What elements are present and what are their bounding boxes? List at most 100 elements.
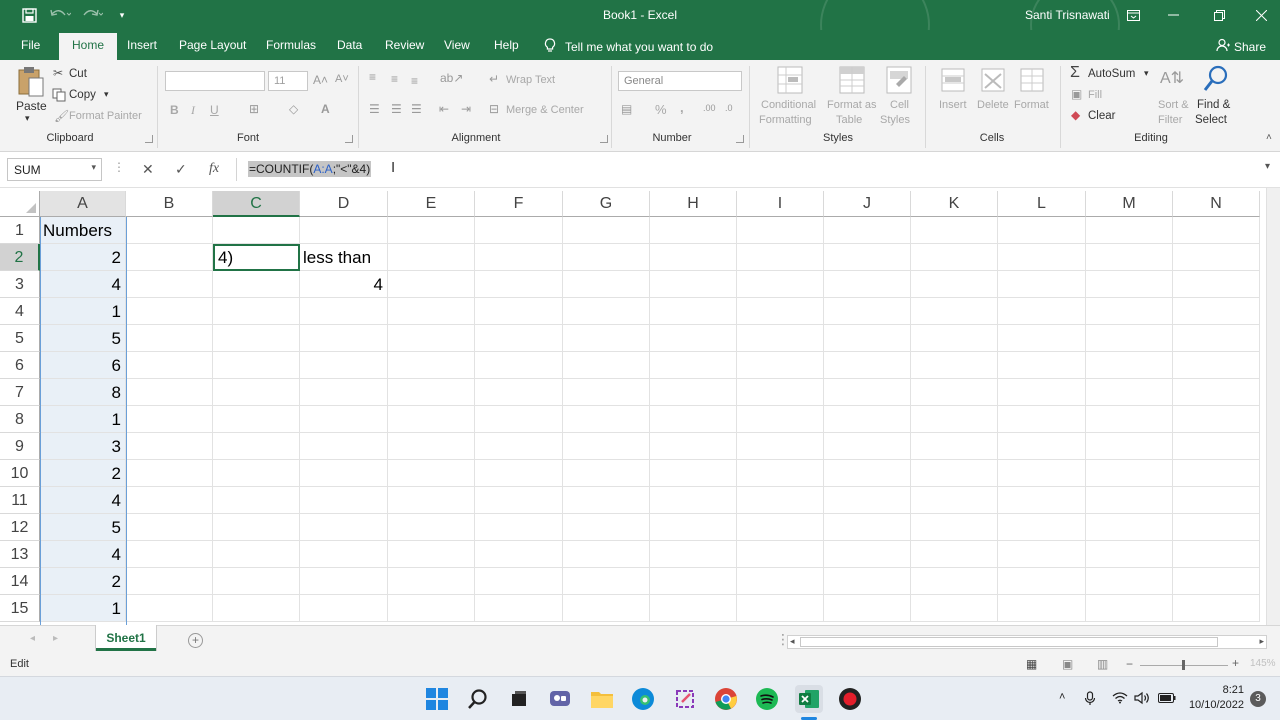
column-header-j[interactable]: J (824, 191, 911, 217)
zoom-out-button[interactable]: − (1126, 657, 1133, 671)
cell-j3[interactable] (824, 271, 911, 298)
cell-h2[interactable] (650, 244, 737, 271)
cell-b13[interactable] (126, 541, 213, 568)
collapse-ribbon-icon[interactable]: ˄ (1266, 132, 1272, 143)
row-header-10[interactable]: 10 (0, 460, 40, 487)
cell-a15[interactable]: 1 (40, 595, 126, 622)
cell-g13[interactable] (563, 541, 650, 568)
cell-b12[interactable] (126, 514, 213, 541)
font-size-input[interactable]: 11 (268, 71, 308, 91)
cell-j7[interactable] (824, 379, 911, 406)
cell-k1[interactable] (911, 217, 998, 244)
cell-h5[interactable] (650, 325, 737, 352)
font-name-input[interactable] (165, 71, 265, 91)
sheet-tab-sheet1[interactable]: Sheet1 (96, 625, 156, 651)
comma-button[interactable]: , (680, 100, 684, 115)
chrome-browser-icon[interactable] (712, 685, 740, 713)
share-button[interactable]: Share (1216, 38, 1266, 55)
horizontal-scrollbar[interactable]: ◂ ▸ (787, 635, 1267, 649)
scroll-left-arrow-icon[interactable]: ◂ (790, 636, 795, 647)
cell-j1[interactable] (824, 217, 911, 244)
cell-f6[interactable] (475, 352, 563, 379)
cell-h13[interactable] (650, 541, 737, 568)
cell-c8[interactable] (213, 406, 300, 433)
cell-i13[interactable] (737, 541, 824, 568)
cell-i3[interactable] (737, 271, 824, 298)
cell-n14[interactable] (1173, 568, 1260, 595)
row-header-6[interactable]: 6 (0, 352, 40, 379)
file-explorer-icon[interactable] (588, 685, 616, 713)
cell-g15[interactable] (563, 595, 650, 622)
cell-b11[interactable] (126, 487, 213, 514)
cell-g12[interactable] (563, 514, 650, 541)
row-header-12[interactable]: 12 (0, 514, 40, 541)
cell-l4[interactable] (998, 298, 1086, 325)
cell-f12[interactable] (475, 514, 563, 541)
decrease-decimal-icon[interactable]: .0 (725, 103, 733, 113)
cell-b15[interactable] (126, 595, 213, 622)
cell-k4[interactable] (911, 298, 998, 325)
number-format-select[interactable]: General (618, 71, 742, 91)
cell-d15[interactable] (300, 595, 388, 622)
row-header-2[interactable]: 2 (0, 244, 40, 271)
excel-app-icon[interactable] (795, 685, 823, 713)
page-layout-view-icon[interactable]: ▣ (1062, 657, 1073, 671)
cell-a9[interactable]: 3 (40, 433, 126, 460)
cell-a5[interactable]: 5 (40, 325, 126, 352)
cell-b2[interactable] (126, 244, 213, 271)
cell-f15[interactable] (475, 595, 563, 622)
cell-k7[interactable] (911, 379, 998, 406)
cell-i5[interactable] (737, 325, 824, 352)
cell-m8[interactable] (1086, 406, 1173, 433)
column-header-i[interactable]: I (737, 191, 824, 217)
tab-review[interactable]: Review (385, 38, 424, 52)
cell-m15[interactable] (1086, 595, 1173, 622)
cell-g14[interactable] (563, 568, 650, 595)
cell-a1[interactable]: Numbers (40, 217, 126, 244)
spreadsheet-grid[interactable]: A B C D E F G H I J K L M N 1 Numbers 2 2 4) less than 3 4 4 4 1… (0, 188, 1280, 625)
cell-f11[interactable] (475, 487, 563, 514)
cell-b14[interactable] (126, 568, 213, 595)
cell-h4[interactable] (650, 298, 737, 325)
cell-n13[interactable] (1173, 541, 1260, 568)
cell-e4[interactable] (388, 298, 475, 325)
cell-e6[interactable] (388, 352, 475, 379)
cell-c6[interactable] (213, 352, 300, 379)
cell-n9[interactable] (1173, 433, 1260, 460)
row-header-4[interactable]: 4 (0, 298, 40, 325)
cell-f9[interactable] (475, 433, 563, 460)
cell-l8[interactable] (998, 406, 1086, 433)
cell-n5[interactable] (1173, 325, 1260, 352)
cell-d11[interactable] (300, 487, 388, 514)
scroll-right-arrow-icon[interactable]: ▸ (1259, 636, 1264, 647)
column-header-e[interactable]: E (388, 191, 475, 217)
font-color-icon[interactable]: A (321, 102, 330, 116)
cell-d5[interactable] (300, 325, 388, 352)
cell-i4[interactable] (737, 298, 824, 325)
column-header-d[interactable]: D (300, 191, 388, 217)
cell-h3[interactable] (650, 271, 737, 298)
row-header-13[interactable]: 13 (0, 541, 40, 568)
tab-data[interactable]: Data (337, 38, 362, 52)
cell-g1[interactable] (563, 217, 650, 244)
column-header-h[interactable]: H (650, 191, 737, 217)
cell-n15[interactable] (1173, 595, 1260, 622)
column-header-m[interactable]: M (1086, 191, 1173, 217)
cell-h7[interactable] (650, 379, 737, 406)
cell-j15[interactable] (824, 595, 911, 622)
cell-j6[interactable] (824, 352, 911, 379)
cell-g6[interactable] (563, 352, 650, 379)
cell-l10[interactable] (998, 460, 1086, 487)
cell-g3[interactable] (563, 271, 650, 298)
cell-n2[interactable] (1173, 244, 1260, 271)
cell-m10[interactable] (1086, 460, 1173, 487)
cell-i7[interactable] (737, 379, 824, 406)
cell-a3[interactable]: 4 (40, 271, 126, 298)
cell-g7[interactable] (563, 379, 650, 406)
cell-b1[interactable] (126, 217, 213, 244)
cell-k10[interactable] (911, 460, 998, 487)
cell-f2[interactable] (475, 244, 563, 271)
cell-f4[interactable] (475, 298, 563, 325)
windows-start-icon[interactable] (423, 685, 451, 713)
volume-icon[interactable] (1134, 691, 1150, 708)
